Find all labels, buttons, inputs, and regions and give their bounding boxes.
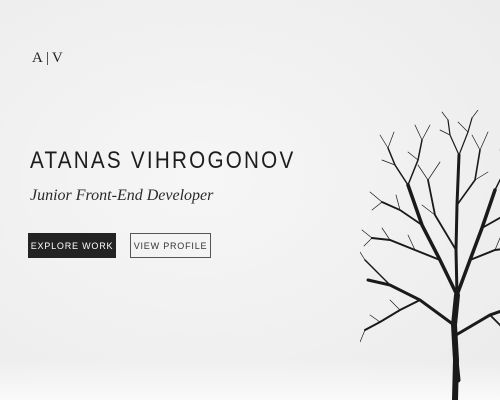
explore-work-button[interactable]: EXPLORE WORK [28,233,116,258]
site-logo[interactable]: A|V [32,50,66,67]
landing-page: A|V ATANAS VIHROGONOV Junior Front-End D… [0,0,500,400]
hero-name-heading: ATANAS VIHROGONOV [30,147,296,174]
bare-tree-illustration [360,110,500,400]
view-profile-button[interactable]: VIEW PROFILE [130,233,211,258]
hero-subtitle: Junior Front-End Developer [30,187,214,204]
